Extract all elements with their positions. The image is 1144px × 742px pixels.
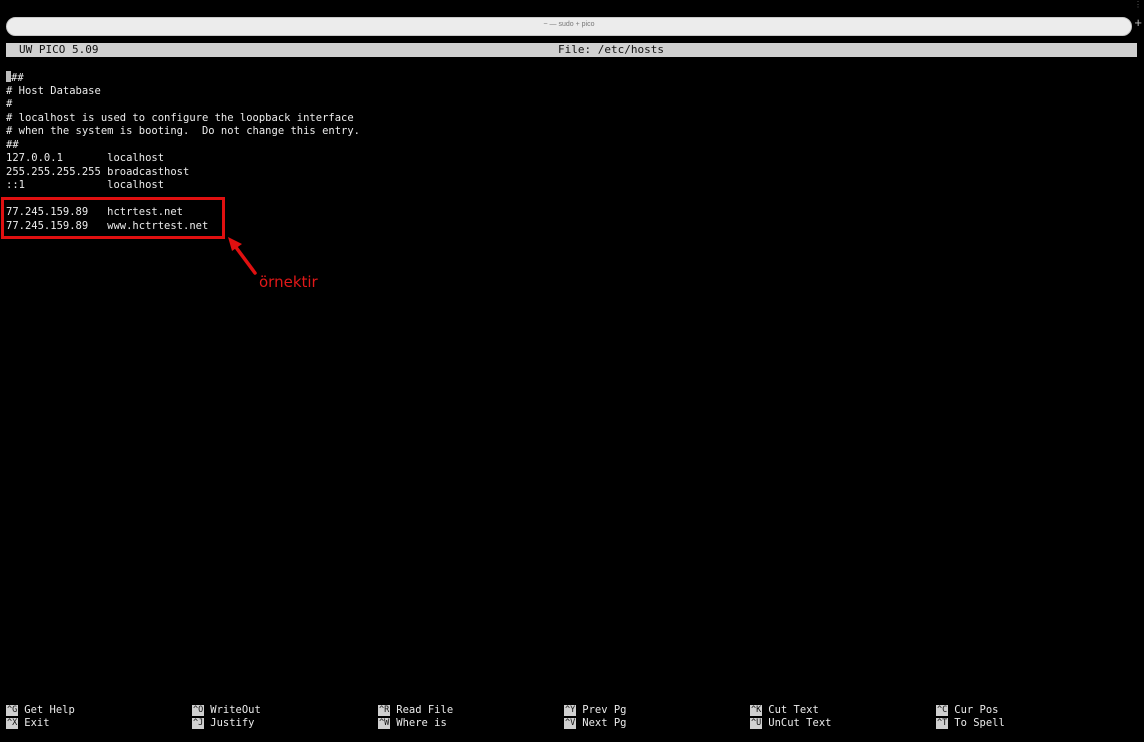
editor-line: # localhost is used to configure the loo… [6, 111, 354, 124]
shortcut-key: ^W [378, 718, 391, 729]
shortcut-key: ^C [936, 705, 949, 716]
shortcut-where-is[interactable]: ^W Where is [378, 717, 447, 730]
shortcut-label: To Spell [954, 717, 1005, 729]
shortcut-label: Get Help [24, 704, 75, 716]
shortcut-exit[interactable]: ^X Exit [6, 717, 50, 730]
shortcut-cur-pos[interactable]: ^C Cur Pos [936, 704, 999, 717]
shortcut-key: ^Y [564, 705, 577, 716]
editor-line: # when the system is booting. Do not cha… [6, 125, 361, 137]
shortcut-uncut-text[interactable]: ^U UnCut Text [750, 717, 831, 730]
shortcut-prev-pg[interactable]: ^Y Prev Pg [564, 704, 627, 717]
shortcut-label: WriteOut [210, 704, 261, 716]
editor-line: 127.0.0.1 localhost [6, 152, 165, 164]
shortcut-key: ^V [564, 718, 577, 729]
more-icon[interactable]: ⋮ [1134, 0, 1142, 9]
shortcut-label: UnCut Text [768, 717, 832, 729]
editor-line: # [6, 98, 13, 110]
shortcut-to-spell[interactable]: ^T To Spell [936, 717, 1005, 730]
shortcut-bar: ^G Get Help ^X Exit ^O WriteOut ^J Justify ^… [0, 704, 1144, 734]
editor-line-text: ## [11, 72, 24, 84]
shortcut-cut-text[interactable]: ^K Cut Text [750, 704, 819, 717]
new-tab-plus-icon[interactable]: + [1134, 16, 1142, 30]
shortcut-key: ^T [936, 718, 949, 729]
file-name: File: /etc/hosts [558, 43, 664, 56]
editor-status-bar: UW PICO 5.09 File: /etc/hosts [6, 43, 1137, 57]
shortcut-next-pg[interactable]: ^V Next Pg [564, 717, 627, 730]
shortcut-label: Where is [396, 717, 447, 729]
shortcut-label: Cut Text [768, 704, 819, 716]
editor-line: 255.255.255.255 broadcasthost [6, 165, 190, 178]
app-version: UW PICO 5.09 [19, 43, 99, 56]
shortcut-justify[interactable]: ^J Justify [192, 717, 255, 730]
shortcut-label: Exit [24, 717, 50, 729]
shortcut-key: ^G [6, 705, 19, 716]
highlight-box [1, 197, 225, 239]
shortcut-key: ^J [192, 718, 205, 729]
shortcut-read-file[interactable]: ^R Read File [378, 704, 453, 717]
tab-title: ~ — sudo + pico [543, 21, 595, 28]
editor-text-area[interactable]: ## # Host Database # # localhost is used… [6, 71, 1137, 691]
editor-line: ## [6, 71, 24, 85]
editor-line: ::1 localhost [6, 179, 165, 191]
shortcut-label: Prev Pg [582, 704, 627, 716]
shortcut-label: Next Pg [582, 717, 627, 729]
shortcut-writeout[interactable]: ^O WriteOut [192, 704, 261, 717]
annotation-arrow-icon [228, 237, 257, 275]
annotation-label: örnektir [259, 273, 318, 291]
shortcut-key: ^R [378, 705, 391, 716]
shortcut-label: Cur Pos [954, 704, 999, 716]
editor-line: # Host Database [6, 84, 101, 97]
shortcut-label: Justify [210, 717, 255, 729]
shortcut-get-help[interactable]: ^G Get Help [6, 704, 75, 717]
shortcut-key: ^U [750, 718, 763, 729]
shortcut-key: ^O [192, 705, 205, 716]
shortcut-label: Read File [396, 704, 454, 716]
shortcut-key: ^X [6, 718, 19, 729]
shortcut-key: ^K [750, 705, 763, 716]
editor-line: ## [6, 138, 19, 151]
terminal-tab[interactable]: ~ — sudo + pico [6, 17, 1132, 36]
window-titlebar: ⋮ ~ — sudo + pico + [0, 0, 1144, 42]
